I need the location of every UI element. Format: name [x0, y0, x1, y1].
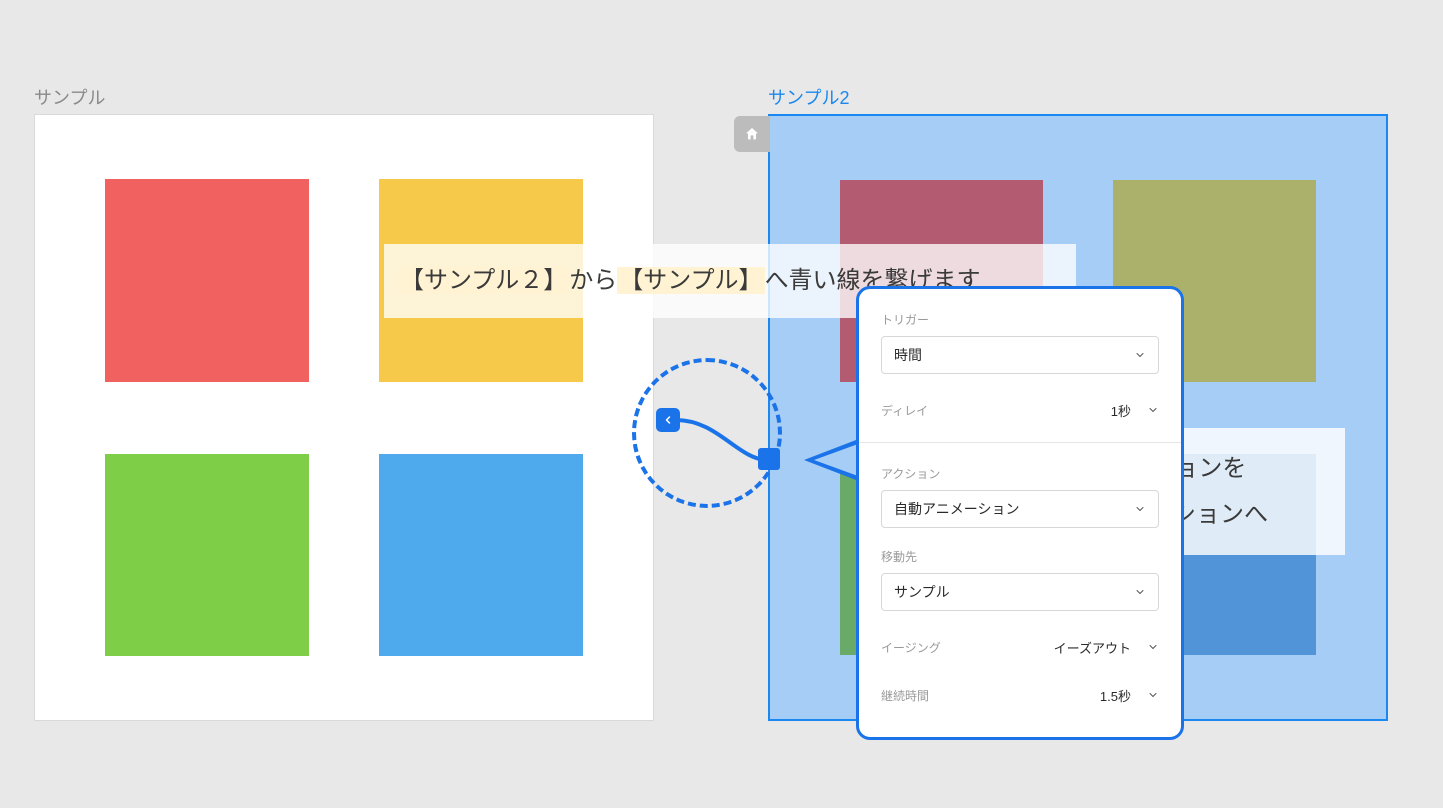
artboard-1-content — [35, 115, 653, 720]
duration-value[interactable]: 1.5秒 — [1100, 686, 1131, 705]
easing-value[interactable]: イーズアウト — [1054, 638, 1131, 657]
chevron-left-icon — [662, 414, 674, 426]
delay-row[interactable]: ディレイ 1秒 — [881, 394, 1159, 426]
destination-select[interactable]: サンプル — [881, 573, 1159, 611]
action-value: 自動アニメーション — [894, 499, 1019, 519]
artboard-label-1[interactable]: サンプル — [34, 84, 105, 110]
chevron-down-icon — [1134, 349, 1146, 361]
home-icon — [744, 126, 760, 142]
easing-label: イージング — [881, 639, 941, 656]
delay-value[interactable]: 1秒 — [1111, 401, 1131, 420]
chevron-down-icon — [1147, 404, 1159, 416]
callout-highlight-2: 【サンプル】 — [617, 267, 764, 294]
chevron-down-icon — [1147, 689, 1159, 701]
callout-text-mid: から — [569, 267, 617, 294]
delay-label: ディレイ — [881, 402, 928, 419]
connector-destination-handle[interactable] — [656, 408, 680, 432]
action-select[interactable]: 自動アニメーション — [881, 490, 1159, 528]
destination-label: 移動先 — [881, 548, 1159, 565]
green-square[interactable] — [105, 454, 309, 657]
chevron-down-icon — [1134, 503, 1146, 515]
duration-label: 継続時間 — [881, 687, 929, 704]
connector-source-handle[interactable] — [758, 448, 780, 470]
duration-row[interactable]: 継続時間 1.5秒 — [881, 679, 1159, 711]
trigger-select[interactable]: 時間 — [881, 336, 1159, 374]
easing-row[interactable]: イージング イーズアウト — [881, 631, 1159, 663]
panel-pointer-inner — [814, 444, 858, 476]
red-square[interactable] — [105, 179, 309, 382]
trigger-label: トリガー — [881, 311, 1159, 328]
chevron-down-icon — [1147, 641, 1159, 653]
home-artboard-button[interactable] — [734, 116, 770, 152]
blue-square[interactable] — [379, 454, 583, 657]
connection-highlight-circle — [632, 358, 782, 508]
interaction-panel[interactable]: トリガー 時間 ディレイ 1秒 アクション 自動アニメーション 移動先 サンプル… — [856, 286, 1184, 740]
artboard-label-2[interactable]: サンプル2 — [768, 84, 849, 110]
trigger-value: 時間 — [894, 345, 922, 365]
artboard-sample-1[interactable] — [34, 114, 654, 721]
chevron-down-icon — [1134, 586, 1146, 598]
callout-highlight-1: 【サンプル２】 — [398, 267, 569, 294]
action-label: アクション — [881, 465, 1159, 482]
panel-divider — [859, 442, 1181, 443]
destination-value: サンプル — [894, 582, 950, 602]
